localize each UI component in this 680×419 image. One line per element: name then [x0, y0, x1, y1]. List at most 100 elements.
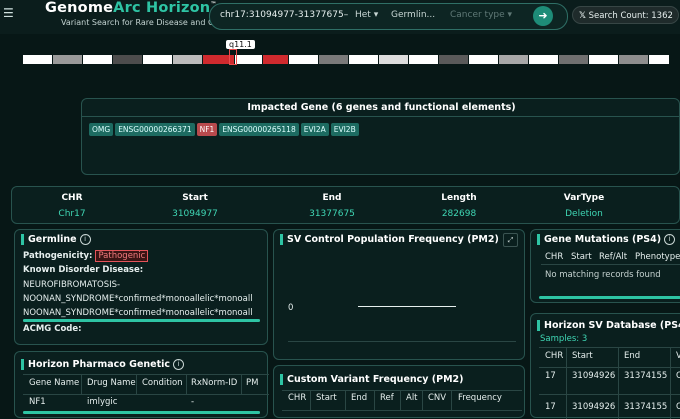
ideogram-band[interactable]	[469, 55, 499, 64]
search-input[interactable]: chr17:31094977-31377675–	[220, 10, 348, 20]
cancer-type-select[interactable]: Cancer type ▾	[450, 10, 512, 20]
ideogram-band[interactable]	[529, 55, 559, 64]
search-value-ellipsis: –	[343, 10, 348, 20]
ideogram-band[interactable]	[589, 55, 619, 64]
pharmaco-gene-cell: NF1	[29, 397, 46, 407]
centromere-band[interactable]	[263, 55, 289, 64]
column-divider	[566, 368, 567, 419]
ideogram-band[interactable]	[289, 55, 319, 64]
column-divider	[451, 391, 452, 411]
info-icon[interactable]: i	[173, 359, 185, 370]
germline-title-row: Germline i	[21, 234, 91, 245]
column-divider	[670, 368, 671, 419]
chromosome-ideogram[interactable]	[23, 55, 680, 64]
ideogram-band[interactable]	[379, 55, 409, 64]
ideogram-band[interactable]	[83, 55, 113, 64]
ideogram-band[interactable]	[499, 55, 529, 64]
column-header[interactable]: CHR	[545, 351, 563, 361]
expand-icon[interactable]: ⤢	[503, 233, 518, 247]
sv-db-end-cell: 31374155	[624, 371, 668, 381]
divider	[539, 347, 680, 348]
samples-count: Samples: 3	[540, 334, 588, 344]
frequency-line	[358, 306, 456, 307]
column-header[interactable]: V	[676, 351, 680, 361]
ideogram-band[interactable]	[439, 55, 469, 64]
divider	[282, 410, 522, 411]
pharmaco-genetic-panel: Horizon Pharmaco Genetic i Gene Name Drug…	[14, 351, 269, 418]
summary-start-value: 31094977	[172, 209, 218, 219]
column-header[interactable]: Alt	[406, 393, 418, 403]
hamburger-menu-icon[interactable]: ☰	[3, 7, 15, 19]
info-icon[interactable]: i	[79, 234, 91, 245]
sv-db-chr-cell: 17	[545, 371, 556, 381]
ideogram-band[interactable]	[53, 55, 83, 64]
ideogram-band[interactable]	[113, 55, 143, 64]
ideogram-band[interactable]	[349, 55, 379, 64]
column-header[interactable]: Start	[316, 393, 337, 403]
horizontal-scrollbar-thumb[interactable]	[23, 319, 260, 322]
pharmaco-drug-cell[interactable]: imlygic	[87, 397, 117, 407]
sv-database-title-row: Horizon SV Database (PS4	[537, 320, 680, 331]
pharmaco-rxnorm-cell: -	[191, 397, 195, 407]
ideogram-band[interactable]	[319, 55, 349, 64]
summary-start-label: Start	[182, 193, 208, 203]
custom-variant-frequency-panel: Custom Variant Frequency (PM2) CHR Start…	[273, 365, 525, 418]
ideogram-band[interactable]	[173, 55, 203, 64]
origin-select[interactable]: Germlin...	[391, 10, 435, 20]
app-logo[interactable]: GenomeArc Horizon™	[45, 0, 217, 16]
column-header[interactable]: CHR	[545, 252, 563, 262]
column-header[interactable]: Ref	[380, 393, 394, 403]
sv-db-start-cell: 31094926	[572, 402, 616, 412]
brand-prefix: Genome	[45, 0, 114, 16]
ideogram-band[interactable]	[649, 55, 670, 64]
search-submit-button[interactable]: ➜	[533, 6, 553, 26]
centromere-band[interactable]	[235, 55, 263, 64]
column-header[interactable]: RxNorm-ID	[191, 378, 237, 388]
germline-panel: Germline i Pathogenicity: Pathogenic Know…	[14, 229, 268, 345]
column-header[interactable]: Start	[571, 252, 592, 262]
divider	[82, 116, 680, 117]
divider	[23, 374, 269, 375]
gene-chip[interactable]: EVI2B	[330, 123, 359, 136]
gene-chip[interactable]: OMG	[89, 123, 114, 136]
custom-freq-title: Custom Variant Frequency (PM2)	[287, 374, 464, 385]
ideogram-band[interactable]	[559, 55, 589, 64]
gene-chip[interactable]: EVI2A	[300, 123, 329, 136]
column-header[interactable]: End	[351, 393, 367, 403]
column-header[interactable]: Drug Name	[87, 378, 136, 388]
gene-chip[interactable]: ENSG00000266371	[115, 123, 195, 136]
ideogram-band[interactable]	[23, 55, 53, 64]
column-header[interactable]: CNV	[428, 393, 446, 403]
pathogenicity-label: Pathogenicity:	[23, 251, 93, 261]
gene-chip-list: OMG ENSG00000266371 NF1 ENSG00000265118 EVI2…	[89, 123, 361, 136]
horizontal-scrollbar-thumb[interactable]	[23, 411, 260, 414]
column-header[interactable]: Condition	[142, 378, 183, 388]
info-icon[interactable]: i	[664, 234, 676, 245]
search-count-button[interactable]: 𝕏 Search Count: 1362	[572, 6, 679, 24]
column-header[interactable]: Ref/Alt	[599, 252, 627, 262]
summary-chr-label: CHR	[61, 193, 83, 203]
column-header[interactable]: End	[624, 351, 640, 361]
divider	[282, 390, 522, 391]
divider	[541, 264, 680, 265]
column-header[interactable]: Phenotype	[635, 252, 680, 262]
column-header[interactable]: Gene Name	[29, 378, 79, 388]
x-axis-line	[288, 341, 516, 342]
region-marker	[229, 49, 237, 65]
gene-chip[interactable]: ENSG00000265118	[219, 123, 299, 136]
column-header[interactable]: CHR	[288, 393, 306, 403]
section-accent-bar	[537, 320, 540, 331]
section-accent-bar	[280, 234, 283, 245]
horizontal-scrollbar-thumb[interactable]	[539, 296, 680, 299]
column-header[interactable]: Frequency	[458, 393, 502, 403]
zygosity-select[interactable]: Het ▾	[355, 10, 378, 20]
ideogram-band[interactable]	[143, 55, 173, 64]
column-header[interactable]: PM	[246, 378, 258, 388]
gene-chip-highlighted[interactable]: NF1	[196, 123, 218, 136]
brand-accent: Arc Horizon	[113, 0, 211, 16]
column-divider	[566, 348, 567, 368]
sv-db-start-cell: 31094926	[572, 371, 616, 381]
column-header[interactable]: Start	[572, 351, 593, 361]
ideogram-band[interactable]	[409, 55, 439, 64]
ideogram-band[interactable]	[619, 55, 649, 64]
